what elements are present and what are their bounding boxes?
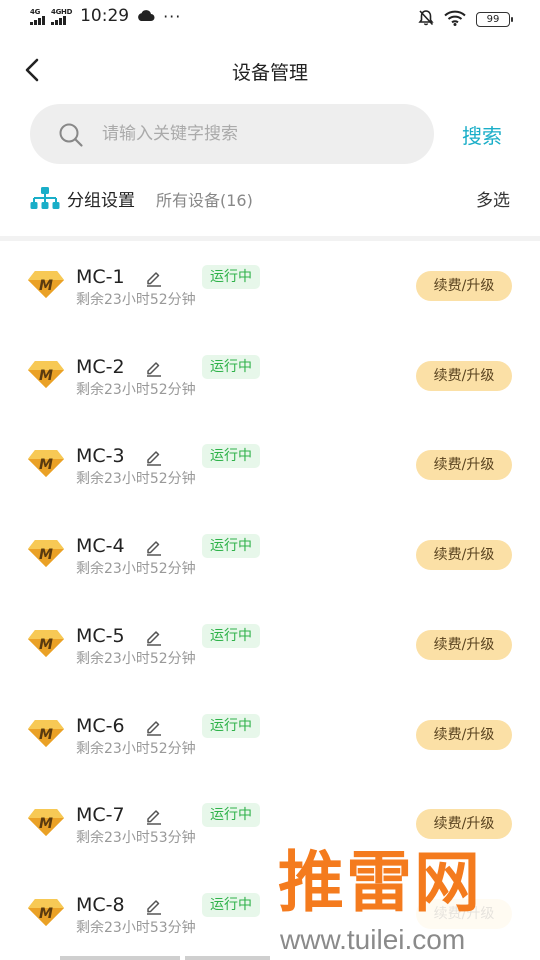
- group-settings-label[interactable]: 分组设置: [67, 186, 135, 211]
- renew-upgrade-button[interactable]: 续费/升级: [416, 540, 512, 571]
- svg-text:M: M: [39, 278, 53, 294]
- svg-text:M: M: [39, 727, 53, 743]
- cloud-icon: [137, 7, 155, 26]
- svg-text:M: M: [39, 547, 53, 563]
- diamond-m-icon: M: [27, 807, 65, 841]
- status-badge: 运行中: [202, 892, 260, 917]
- device-row[interactable]: M MC-5 运行中 剩余23小时52分钟 续费/升级: [0, 600, 540, 690]
- diamond-m-icon: M: [27, 538, 65, 572]
- signal-1: 4G: [30, 8, 45, 25]
- status-left: 4G 4GHD 10:29 ···: [30, 6, 181, 26]
- svg-text:M: M: [39, 457, 53, 473]
- remaining-time: 剩余23小时53分钟: [76, 830, 196, 847]
- remaining-time: 剩余23小时52分钟: [76, 740, 196, 757]
- status-badge: 运行中: [202, 623, 260, 648]
- status-bar: 4G 4GHD 10:29 ··· 99: [0, 0, 540, 36]
- device-name: MC-3: [76, 445, 125, 468]
- search-input[interactable]: [102, 104, 412, 164]
- device-row[interactable]: M MC-4 运行中 剩余23小时52分钟 续费/升级: [0, 510, 540, 600]
- svg-text:M: M: [39, 637, 53, 653]
- search-icon: [58, 122, 84, 152]
- nav-bar: 设备管理: [0, 44, 540, 96]
- bell-off-icon: [418, 9, 434, 30]
- search-box[interactable]: [30, 104, 434, 164]
- status-badge: 运行中: [202, 354, 260, 379]
- svg-text:M: M: [39, 816, 53, 832]
- device-scope[interactable]: 所有设备(16): [156, 187, 253, 211]
- signal-2-label: 4GHD: [51, 7, 73, 16]
- group-settings-row: 分组设置 所有设备(16) 多选: [0, 178, 540, 218]
- diamond-m-icon: M: [27, 359, 65, 393]
- pencil-icon[interactable]: [145, 628, 163, 650]
- renew-upgrade-button[interactable]: 续费/升级: [416, 629, 512, 660]
- svg-text:M: M: [39, 368, 53, 384]
- battery-indicator: 99: [476, 12, 513, 27]
- status-badge: 运行中: [202, 713, 260, 738]
- remaining-time: 剩余23小时53分钟: [76, 919, 196, 936]
- watermark-logo: 推雷网: [278, 844, 482, 921]
- device-name: MC-8: [76, 893, 125, 916]
- device-name: MC-5: [76, 624, 125, 647]
- svg-text:M: M: [39, 906, 53, 922]
- status-badge: 运行中: [202, 803, 260, 828]
- remaining-time: 剩余23小时52分钟: [76, 381, 196, 398]
- remaining-time: 剩余23小时52分钟: [76, 561, 196, 578]
- diamond-m-icon: M: [27, 718, 65, 752]
- renew-upgrade-button[interactable]: 续费/升级: [416, 360, 512, 391]
- pencil-icon[interactable]: [145, 897, 163, 919]
- diamond-m-icon: M: [27, 628, 65, 662]
- device-name: MC-2: [76, 355, 125, 378]
- status-badge: 运行中: [202, 534, 260, 559]
- signal-bars-icon: [51, 15, 66, 25]
- search-button[interactable]: 搜索: [462, 120, 502, 149]
- page-title: 设备管理: [231, 62, 308, 84]
- multi-select-button[interactable]: 多选: [476, 186, 510, 211]
- diamond-m-icon: M: [27, 897, 65, 931]
- status-time: 10:29: [80, 6, 130, 26]
- diamond-m-icon: M: [27, 448, 65, 482]
- remaining-time: 剩余23小时52分钟: [76, 292, 196, 308]
- signal-2: 4GHD: [51, 8, 72, 25]
- pencil-icon[interactable]: [145, 448, 163, 470]
- diamond-m-icon: M: [27, 269, 65, 303]
- status-badge: 运行中: [202, 265, 260, 289]
- watermark-url: www.tuilei.com: [280, 924, 466, 955]
- remaining-time: 剩余23小时52分钟: [76, 650, 196, 667]
- device-name: MC-1: [76, 266, 125, 288]
- pencil-icon[interactable]: [145, 269, 163, 291]
- pencil-icon[interactable]: [145, 807, 163, 829]
- device-row[interactable]: M MC-6 运行中 剩余23小时52分钟 续费/升级: [0, 690, 540, 780]
- status-badge: 运行中: [202, 444, 260, 469]
- pencil-icon[interactable]: [145, 718, 163, 740]
- device-row[interactable]: M MC-1 运行中 剩余23小时52分钟 续费/升级: [0, 241, 540, 331]
- renew-upgrade-button[interactable]: 续费/升级: [416, 450, 512, 481]
- more-notifications-icon: ···: [163, 6, 182, 26]
- watermark: 推雷网 www.tuilei.com: [270, 840, 540, 960]
- org-tree-icon[interactable]: [30, 186, 60, 214]
- device-name: MC-4: [76, 535, 125, 558]
- signal-1-label: 4G: [30, 7, 41, 16]
- pencil-icon[interactable]: [145, 359, 163, 381]
- signal-bars-icon: [30, 15, 45, 25]
- device-name: MC-6: [76, 714, 125, 737]
- pencil-icon[interactable]: [145, 538, 163, 560]
- device-row[interactable]: M MC-2 运行中 剩余23小时52分钟 续费/升级: [0, 331, 540, 421]
- renew-upgrade-button[interactable]: 续费/升级: [416, 271, 512, 301]
- renew-upgrade-button[interactable]: 续费/升级: [416, 719, 512, 750]
- wifi-icon: [444, 10, 466, 30]
- remaining-time: 剩余23小时52分钟: [76, 471, 196, 488]
- renew-upgrade-button[interactable]: 续费/升级: [416, 809, 512, 840]
- device-row[interactable]: M MC-3 运行中 剩余23小时52分钟 续费/升级: [0, 420, 540, 510]
- device-name: MC-7: [76, 804, 125, 827]
- status-right: 99: [418, 9, 513, 30]
